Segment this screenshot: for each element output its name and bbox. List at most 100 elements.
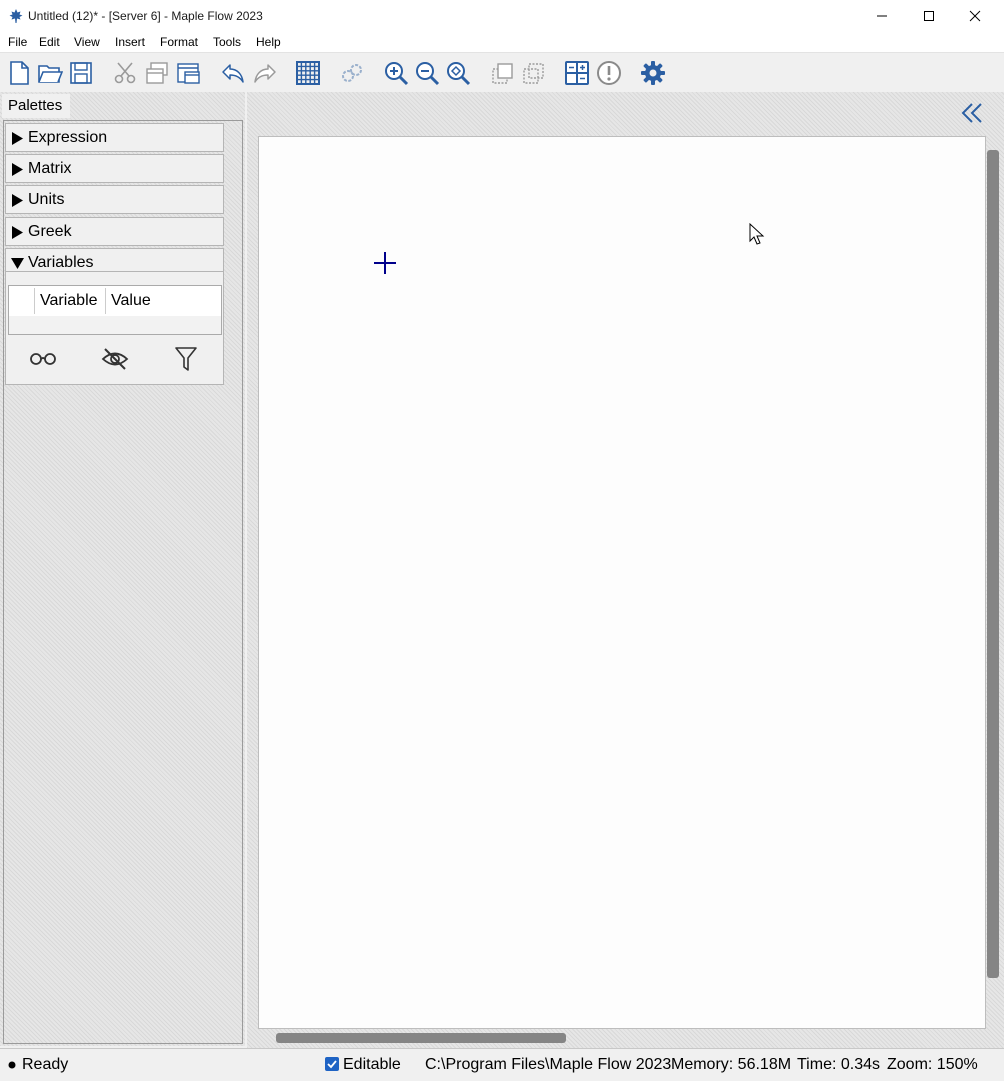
- cut-icon: [114, 62, 136, 84]
- undo-button[interactable]: [218, 58, 248, 88]
- settings-icon: [641, 61, 665, 85]
- column-header-value[interactable]: Value: [111, 286, 151, 316]
- variables-table: Variable Value: [8, 285, 222, 335]
- warning-button[interactable]: [594, 58, 624, 88]
- undo-icon: [222, 64, 244, 83]
- open-folder-icon: [38, 65, 63, 83]
- status-dot-icon: [8, 1056, 16, 1074]
- menu-tools[interactable]: Tools: [213, 35, 241, 49]
- menu-bar: File Edit View Insert Format Tools Help: [0, 32, 1004, 52]
- palette-body: Expression Matrix Units Greek Variables …: [3, 120, 243, 1044]
- toolbar: [0, 52, 1004, 93]
- warning-icon: [597, 61, 621, 85]
- group-button[interactable]: [488, 58, 518, 88]
- vertical-scrollbar[interactable]: [987, 150, 999, 978]
- document-header: [257, 92, 1004, 134]
- palette-matrix-label: Matrix: [28, 160, 72, 177]
- zoom-out-icon: [416, 62, 440, 86]
- table-button[interactable]: [293, 58, 323, 88]
- minimize-button[interactable]: [859, 0, 905, 32]
- menu-file[interactable]: File: [8, 35, 27, 49]
- paste-icon: [177, 63, 200, 84]
- cut-button[interactable]: [110, 58, 140, 88]
- status-path: C:\Program Files\Maple Flow 2023: [425, 1056, 672, 1073]
- palette-units-label: Units: [28, 191, 65, 208]
- zoom-in-icon: [385, 62, 409, 86]
- crosshair-icon: [374, 252, 396, 274]
- calculator-icon: [565, 61, 589, 85]
- menu-help[interactable]: Help: [256, 35, 281, 49]
- worksheet-page[interactable]: [258, 136, 986, 1029]
- editable-checkbox[interactable]: [325, 1057, 339, 1076]
- triangle-right-icon: [12, 226, 23, 239]
- zoom-fit-icon: [447, 62, 471, 86]
- open-button[interactable]: [35, 58, 65, 88]
- table-row: [9, 316, 221, 334]
- grid-icon: [296, 61, 320, 85]
- zoom-out-button[interactable]: [412, 58, 442, 88]
- triangle-right-icon: [12, 132, 23, 145]
- palette-expression[interactable]: Expression: [5, 123, 224, 152]
- copy-button[interactable]: [142, 58, 172, 88]
- triangle-right-icon: [12, 194, 23, 207]
- ungroup-button[interactable]: [519, 58, 549, 88]
- zoom-in-button[interactable]: [381, 58, 411, 88]
- calculator-button[interactable]: [562, 58, 592, 88]
- checkbox-checked-icon: [325, 1057, 339, 1071]
- palette-units[interactable]: Units: [5, 185, 224, 214]
- eye-slash-icon: [101, 348, 129, 370]
- maximize-button[interactable]: [906, 0, 952, 32]
- save-button[interactable]: [66, 58, 96, 88]
- menu-view[interactable]: View: [74, 35, 100, 49]
- triangle-right-icon: [12, 163, 23, 176]
- status-bar: Ready Editable C:\Program Files\Maple Fl…: [0, 1048, 1004, 1081]
- palette-greek[interactable]: Greek: [5, 217, 224, 246]
- editable-label: Editable: [343, 1056, 401, 1073]
- maximize-icon: [924, 11, 934, 21]
- variables-panel: Variable Value: [5, 271, 224, 385]
- palette-variables[interactable]: Variables: [5, 248, 224, 273]
- glasses-icon: [30, 353, 56, 365]
- filter-variables-button[interactable]: [169, 344, 203, 374]
- hide-variables-button[interactable]: [98, 344, 132, 374]
- double-chevron-left-icon[interactable]: [960, 102, 984, 124]
- zoom-fit-button[interactable]: [443, 58, 473, 88]
- redo-button[interactable]: [250, 58, 280, 88]
- new-button[interactable]: [4, 58, 34, 88]
- column-separator: [34, 288, 35, 314]
- redo-icon: [254, 64, 276, 83]
- close-icon: [969, 10, 981, 22]
- status-ready: Ready: [22, 1056, 69, 1073]
- save-icon: [70, 62, 92, 84]
- menu-insert[interactable]: Insert: [115, 35, 145, 49]
- ungroup-icon: [523, 63, 544, 84]
- title-bar: Untitled (12)* - [Server 6] - Maple Flow…: [0, 0, 1004, 32]
- copy-icon: [146, 62, 168, 84]
- palettes-tab[interactable]: Palettes: [2, 94, 70, 118]
- status-time: Time: 0.34s: [797, 1056, 880, 1073]
- close-button[interactable]: [952, 0, 998, 32]
- minimize-icon: [877, 15, 887, 17]
- triangle-down-icon: [11, 258, 24, 269]
- mouse-pointer-icon: [749, 223, 765, 245]
- settings-button[interactable]: [638, 58, 668, 88]
- status-zoom: Zoom: 150%: [887, 1056, 978, 1073]
- status-memory: Memory: 56.18M: [671, 1056, 792, 1073]
- maple-leaf-icon: [9, 9, 23, 23]
- palette-expression-label: Expression: [28, 129, 108, 146]
- new-document-icon: [10, 61, 29, 85]
- show-variables-button[interactable]: [26, 344, 60, 374]
- menu-edit[interactable]: Edit: [39, 35, 60, 49]
- link-button[interactable]: [337, 58, 367, 88]
- column-header-variable[interactable]: Variable: [40, 286, 98, 316]
- link-icon: [342, 64, 362, 82]
- filter-icon: [175, 347, 197, 371]
- palette-matrix[interactable]: Matrix: [5, 154, 224, 183]
- palette-panel: Palettes Expression Matrix Units Greek V…: [0, 92, 245, 1046]
- palette-greek-label: Greek: [28, 223, 72, 240]
- group-icon: [492, 63, 513, 84]
- horizontal-scrollbar[interactable]: [276, 1033, 566, 1043]
- menu-format[interactable]: Format: [160, 35, 198, 49]
- window-title: Untitled (12)* - [Server 6] - Maple Flow…: [28, 9, 263, 23]
- paste-button[interactable]: [174, 58, 204, 88]
